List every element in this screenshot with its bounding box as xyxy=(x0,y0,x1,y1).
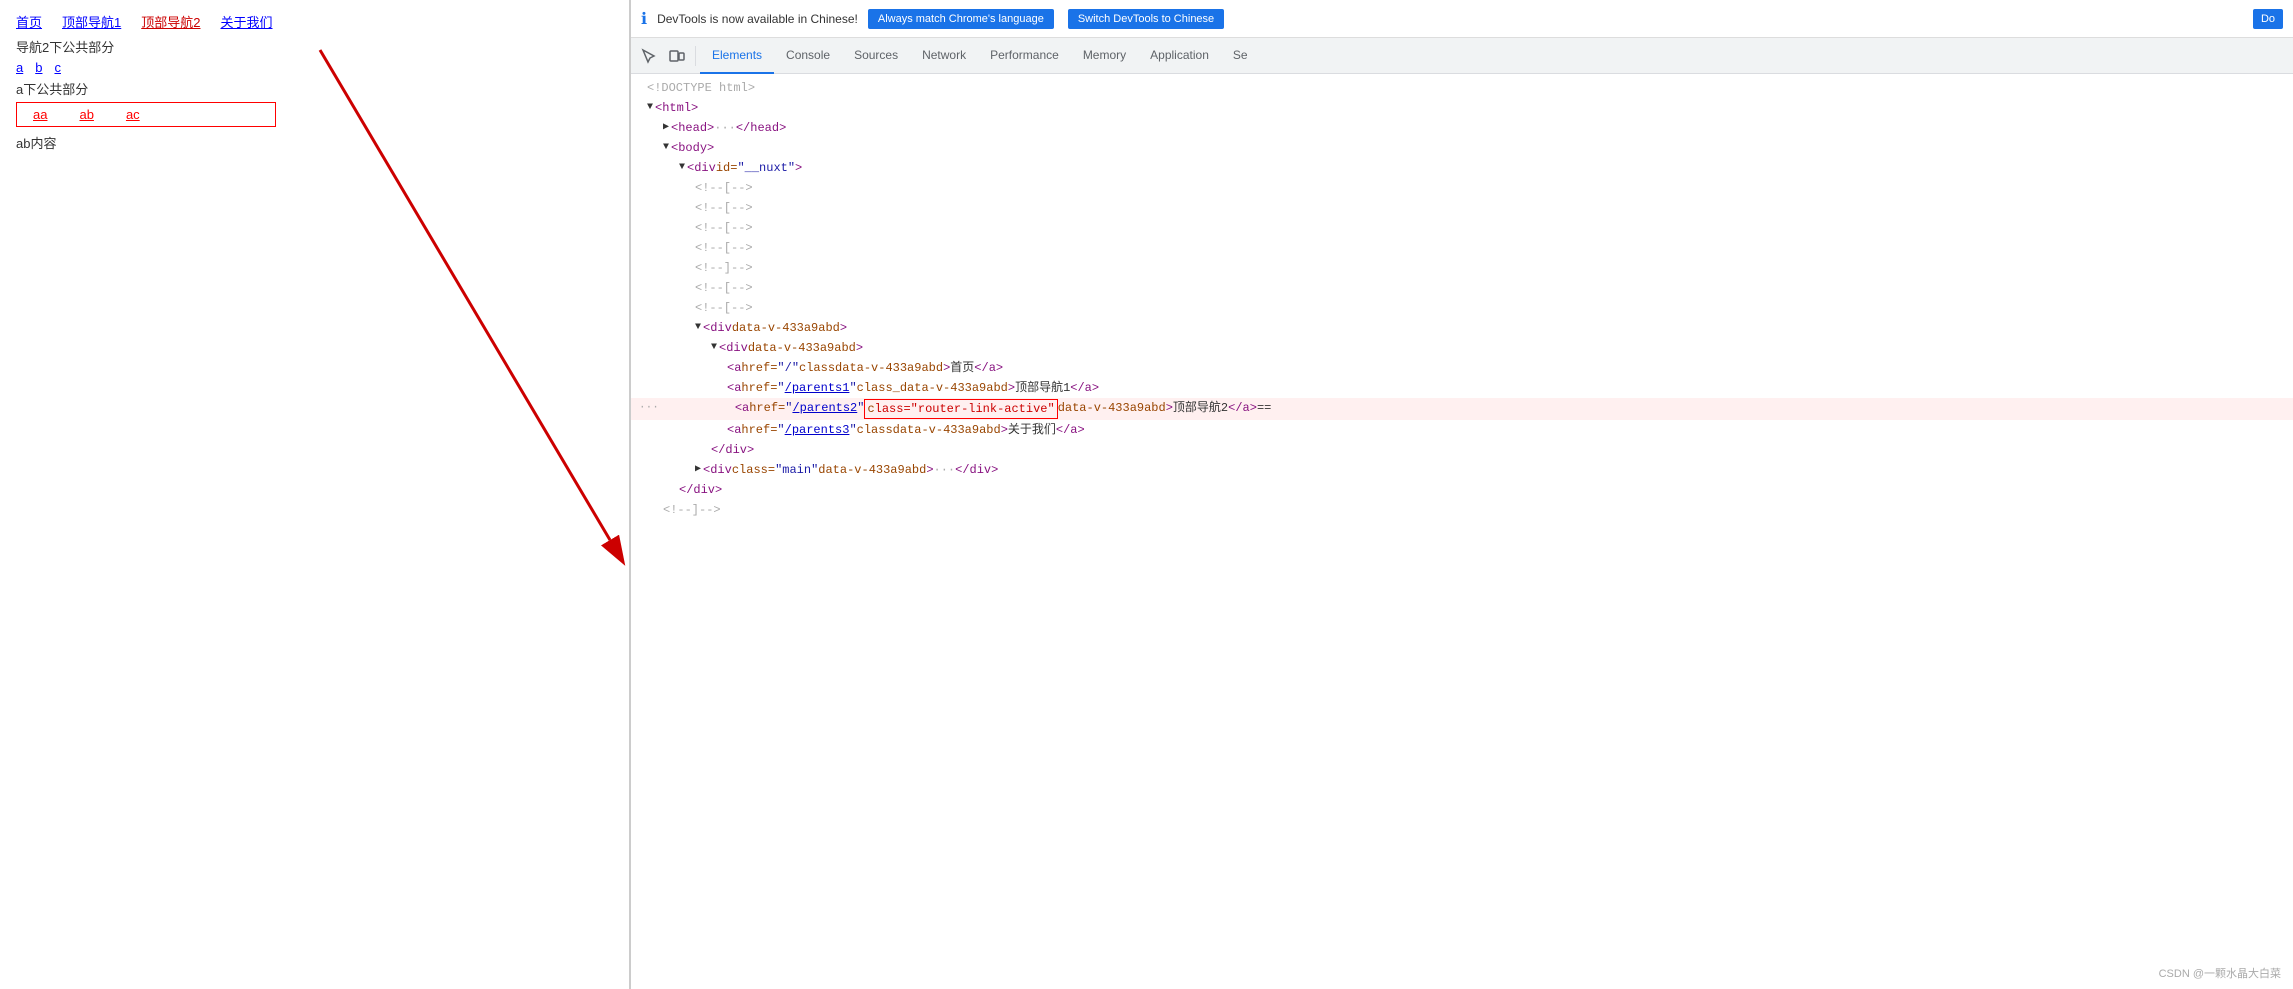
devtools-tabs-bar: Elements Console Sources Network Perform… xyxy=(631,38,2293,74)
nav2-common-label: 导航2下公共部分 xyxy=(16,37,613,56)
tab-memory[interactable]: Memory xyxy=(1071,38,1138,74)
devtools-panel: ℹ DevTools is now available in Chinese! … xyxy=(630,0,2293,989)
info-icon: ℹ xyxy=(641,9,647,29)
code-line-nuxt: ▼ <div id= "__nuxt" > xyxy=(631,158,2293,178)
top-nav: 首页 顶部导航1 顶部导航2 关于我们 xyxy=(16,12,613,31)
code-line-comment4: <!--[--> xyxy=(631,238,2293,258)
cursor-icon-button[interactable] xyxy=(635,42,663,70)
tab-se[interactable]: Se xyxy=(1221,38,1260,74)
page-content-text: ab内容 xyxy=(16,133,613,152)
code-line-comment3: <!--[--> xyxy=(631,218,2293,238)
code-line-close-div2: </div> xyxy=(631,440,2293,460)
tab-separator xyxy=(695,46,696,66)
sub-link-a[interactable]: a xyxy=(16,60,23,75)
collapse-nuxt[interactable]: ▼ xyxy=(679,159,685,177)
code-line-link-home: <a href= "/" class data-v-433a9abd > 首页 … xyxy=(631,358,2293,378)
csdn-watermark: CSDN @一颗水晶大白菜 xyxy=(2159,965,2281,981)
device-toggle-button[interactable] xyxy=(663,42,691,70)
sub-common-label: a下公共部分 xyxy=(16,79,613,98)
notification-text: DevTools is now available in Chinese! xyxy=(657,12,858,26)
nav-about[interactable]: 关于我们 xyxy=(220,12,272,31)
code-line-html: ▼ <html> xyxy=(631,98,2293,118)
devtools-notification-bar: ℹ DevTools is now available in Chinese! … xyxy=(631,0,2293,38)
do-button[interactable]: Do xyxy=(2253,9,2283,29)
sub-box-link-aa[interactable]: aa xyxy=(17,103,63,126)
tab-application[interactable]: Application xyxy=(1138,38,1221,74)
always-match-button[interactable]: Always match Chrome's language xyxy=(868,9,1054,29)
collapse-head[interactable]: ▶ xyxy=(663,119,669,137)
nav-home[interactable]: 首页 xyxy=(16,12,42,31)
code-line-div1: ▼ <div data-v-433a9abd > xyxy=(631,318,2293,338)
sub-box-link-ab[interactable]: ab xyxy=(63,103,109,126)
tab-network[interactable]: Network xyxy=(910,38,978,74)
switch-to-chinese-button[interactable]: Switch DevTools to Chinese xyxy=(1068,9,1224,29)
code-line-comment7: <!--[--> xyxy=(631,298,2293,318)
code-line-head: ▶ <head> ··· </head> xyxy=(631,118,2293,138)
tab-performance[interactable]: Performance xyxy=(978,38,1071,74)
tab-console[interactable]: Console xyxy=(774,38,842,74)
collapse-div1[interactable]: ▼ xyxy=(695,319,701,337)
code-line-div2: ▼ <div data-v-433a9abd > xyxy=(631,338,2293,358)
tab-elements[interactable]: Elements xyxy=(700,38,774,74)
collapse-main[interactable]: ▶ xyxy=(695,461,701,479)
collapse-html[interactable]: ▼ xyxy=(647,99,653,117)
devtools-code-content[interactable]: <!DOCTYPE html> ▼ <html> ▶ <head> ··· </… xyxy=(631,74,2293,989)
sub-box: aa ab ac xyxy=(16,102,276,127)
code-line-doctype: <!DOCTYPE html> xyxy=(631,78,2293,98)
router-link-active-highlight: class="router-link-active" xyxy=(864,399,1057,419)
nav-parents2[interactable]: 顶部导航2 xyxy=(141,12,200,31)
sub-nav-links: a b c xyxy=(16,60,613,75)
code-line-link-parents3: <a href= "/parents3" class data-v-433a9a… xyxy=(631,420,2293,440)
nav-parents1[interactable]: 顶部导航1 xyxy=(62,12,121,31)
tab-sources[interactable]: Sources xyxy=(842,38,910,74)
line-dots: ··· xyxy=(639,399,659,417)
doctype-text: <!DOCTYPE html> xyxy=(647,79,755,97)
code-line-main-div: ▶ <div class= "main" data-v-433a9abd > ·… xyxy=(631,460,2293,480)
code-line-link-parents2: ··· <a href= "/parents2" class="router-l… xyxy=(631,398,2293,420)
collapse-div2[interactable]: ▼ xyxy=(711,339,717,357)
code-line-comment-end: <!--]--> xyxy=(631,500,2293,520)
code-line-comment5: <!--]--> xyxy=(631,258,2293,278)
collapse-body[interactable]: ▼ xyxy=(663,139,669,157)
code-line-body: ▼ <body> xyxy=(631,138,2293,158)
code-line-comment1: <!--[--> xyxy=(631,178,2293,198)
sub-link-c[interactable]: c xyxy=(54,60,61,75)
webpage-preview: 首页 顶部导航1 顶部导航2 关于我们 导航2下公共部分 a b c a下公共部… xyxy=(0,0,630,989)
sub-link-b[interactable]: b xyxy=(35,60,42,75)
code-line-close-div1: </div> xyxy=(631,480,2293,500)
code-line-link-parents1: <a href= "/parents1" class_data-v-433a9a… xyxy=(631,378,2293,398)
code-line-comment2: <!--[--> xyxy=(631,198,2293,218)
code-line-comment6: <!--[--> xyxy=(631,278,2293,298)
sub-box-link-ac[interactable]: ac xyxy=(110,103,156,126)
